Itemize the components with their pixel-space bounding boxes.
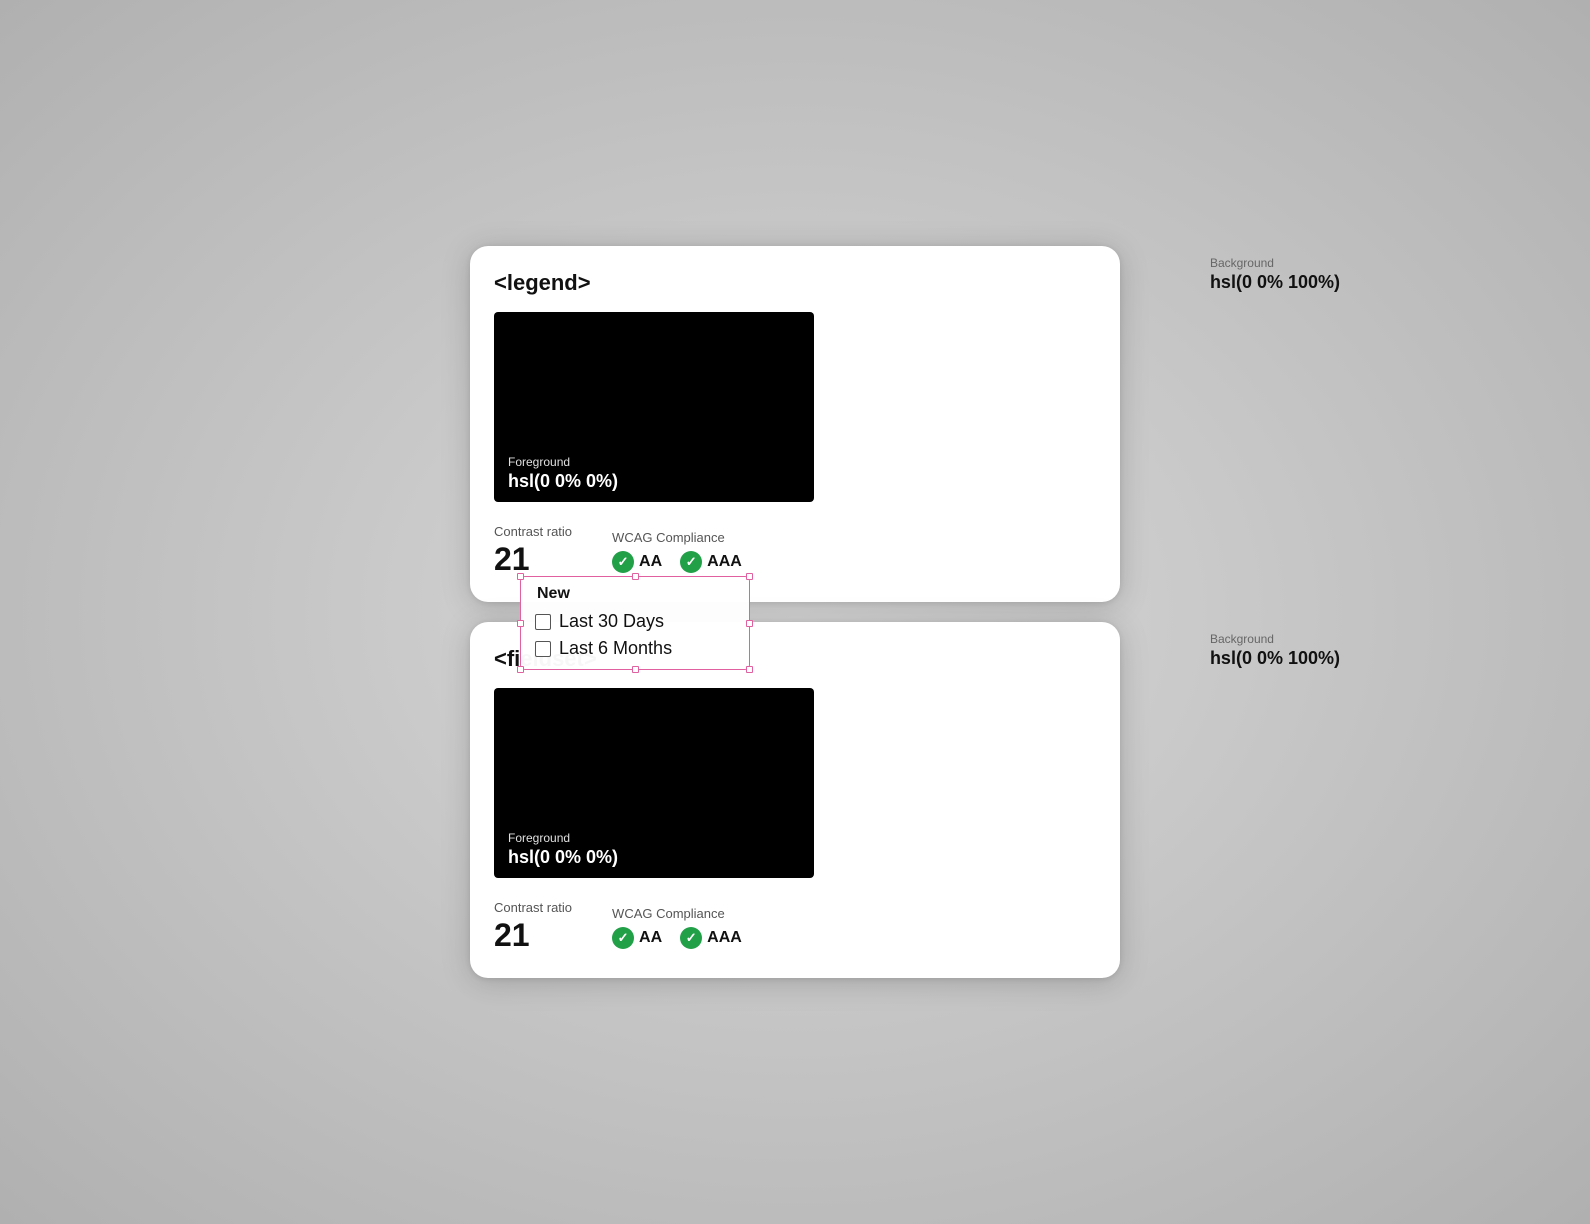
legend-fg-value: hsl(0 0% 0%) bbox=[508, 471, 618, 492]
fieldset-swatch-labels: Foreground hsl(0 0% 0%) bbox=[508, 831, 618, 868]
popup-label: New bbox=[535, 585, 735, 603]
legend-card-title: <legend> bbox=[494, 270, 1096, 296]
legend-aa-badge: ✓ AA bbox=[612, 551, 662, 573]
fieldset-aa-label: AA bbox=[639, 929, 662, 947]
popup-option-2-label: Last 6 Months bbox=[559, 638, 672, 659]
fieldset-card: <fieldset> Foreground hsl(0 0% 0%) Backg… bbox=[470, 622, 1120, 978]
popup-checkbox-2[interactable] bbox=[535, 641, 551, 657]
handle-tl[interactable] bbox=[517, 573, 524, 580]
handle-tm[interactable] bbox=[632, 573, 639, 580]
handle-bl[interactable] bbox=[517, 666, 524, 673]
handle-mr[interactable] bbox=[746, 620, 753, 627]
handle-tr[interactable] bbox=[746, 573, 753, 580]
fieldset-fg-value: hsl(0 0% 0%) bbox=[508, 847, 618, 868]
legend-aaa-label: AAA bbox=[707, 553, 742, 571]
legend-bg-label: Background bbox=[1210, 256, 1340, 270]
legend-wcag-label: WCAG Compliance bbox=[612, 530, 742, 545]
handle-bm[interactable] bbox=[632, 666, 639, 673]
fieldset-wcag-badges: ✓ AA ✓ AAA bbox=[612, 927, 742, 949]
handle-br[interactable] bbox=[746, 666, 753, 673]
legend-swatch-area: Foreground hsl(0 0% 0%) bbox=[494, 312, 814, 514]
popup-option-1-label: Last 30 Days bbox=[559, 611, 664, 632]
handle-ml[interactable] bbox=[517, 620, 524, 627]
legend-card: <legend> Foreground hsl(0 0% 0%) Backgro… bbox=[470, 246, 1120, 602]
fieldset-contrast-section: Contrast ratio 21 bbox=[494, 900, 572, 954]
fieldset-aa-check-icon: ✓ bbox=[612, 927, 634, 949]
legend-wcag-section: WCAG Compliance ✓ AA ✓ AAA bbox=[612, 530, 742, 573]
fieldset-card-row: Foreground hsl(0 0% 0%) Background hsl(0… bbox=[494, 688, 1096, 890]
fieldset-card-footer: Contrast ratio 21 WCAG Compliance ✓ AA ✓… bbox=[494, 900, 1096, 954]
legend-contrast-label: Contrast ratio bbox=[494, 524, 572, 539]
legend-contrast-section: Contrast ratio 21 bbox=[494, 524, 572, 578]
fieldset-swatch-area: Foreground hsl(0 0% 0%) bbox=[494, 688, 814, 890]
fieldset-fg-label: Foreground bbox=[508, 831, 618, 845]
fieldset-aaa-check-icon: ✓ bbox=[680, 927, 702, 949]
legend-aaa-badge: ✓ AAA bbox=[680, 551, 742, 573]
legend-aa-check-icon: ✓ bbox=[612, 551, 634, 573]
legend-aaa-check-icon: ✓ bbox=[680, 551, 702, 573]
popup-checkbox-1[interactable] bbox=[535, 614, 551, 630]
legend-card-footer: Contrast ratio 21 WCAG Compliance ✓ AA ✓… bbox=[494, 524, 1096, 578]
fieldset-contrast-label: Contrast ratio bbox=[494, 900, 572, 915]
fieldset-contrast-value: 21 bbox=[494, 917, 572, 954]
legend-bg-value: hsl(0 0% 100%) bbox=[1210, 272, 1340, 293]
legend-bg-info: Background hsl(0 0% 100%) bbox=[1210, 256, 1340, 293]
fieldset-wcag-label: WCAG Compliance bbox=[612, 906, 742, 921]
fieldset-aaa-badge: ✓ AAA bbox=[680, 927, 742, 949]
legend-card-row: Foreground hsl(0 0% 0%) Background hsl(0… bbox=[494, 312, 1096, 514]
popup-overlay: New Last 30 Days Last 6 Months bbox=[520, 576, 750, 670]
fieldset-bg-info: Background hsl(0 0% 100%) bbox=[1210, 632, 1340, 669]
legend-color-swatch: Foreground hsl(0 0% 0%) bbox=[494, 312, 814, 502]
fieldset-aaa-label: AAA bbox=[707, 929, 742, 947]
popup-option-2[interactable]: Last 6 Months bbox=[535, 638, 735, 659]
fieldset-bg-value: hsl(0 0% 100%) bbox=[1210, 648, 1340, 669]
popup-option-1[interactable]: Last 30 Days bbox=[535, 611, 735, 632]
popup-box: New Last 30 Days Last 6 Months bbox=[520, 576, 750, 670]
fieldset-bg-label: Background bbox=[1210, 632, 1340, 646]
legend-contrast-value: 21 bbox=[494, 541, 572, 578]
legend-aa-label: AA bbox=[639, 553, 662, 571]
page-layout: <legend> Foreground hsl(0 0% 0%) Backgro… bbox=[470, 246, 1120, 978]
legend-wcag-badges: ✓ AA ✓ AAA bbox=[612, 551, 742, 573]
fieldset-color-swatch: Foreground hsl(0 0% 0%) bbox=[494, 688, 814, 878]
fieldset-wcag-section: WCAG Compliance ✓ AA ✓ AAA bbox=[612, 906, 742, 949]
fieldset-aa-badge: ✓ AA bbox=[612, 927, 662, 949]
legend-swatch-labels: Foreground hsl(0 0% 0%) bbox=[508, 455, 618, 492]
legend-fg-label: Foreground bbox=[508, 455, 618, 469]
